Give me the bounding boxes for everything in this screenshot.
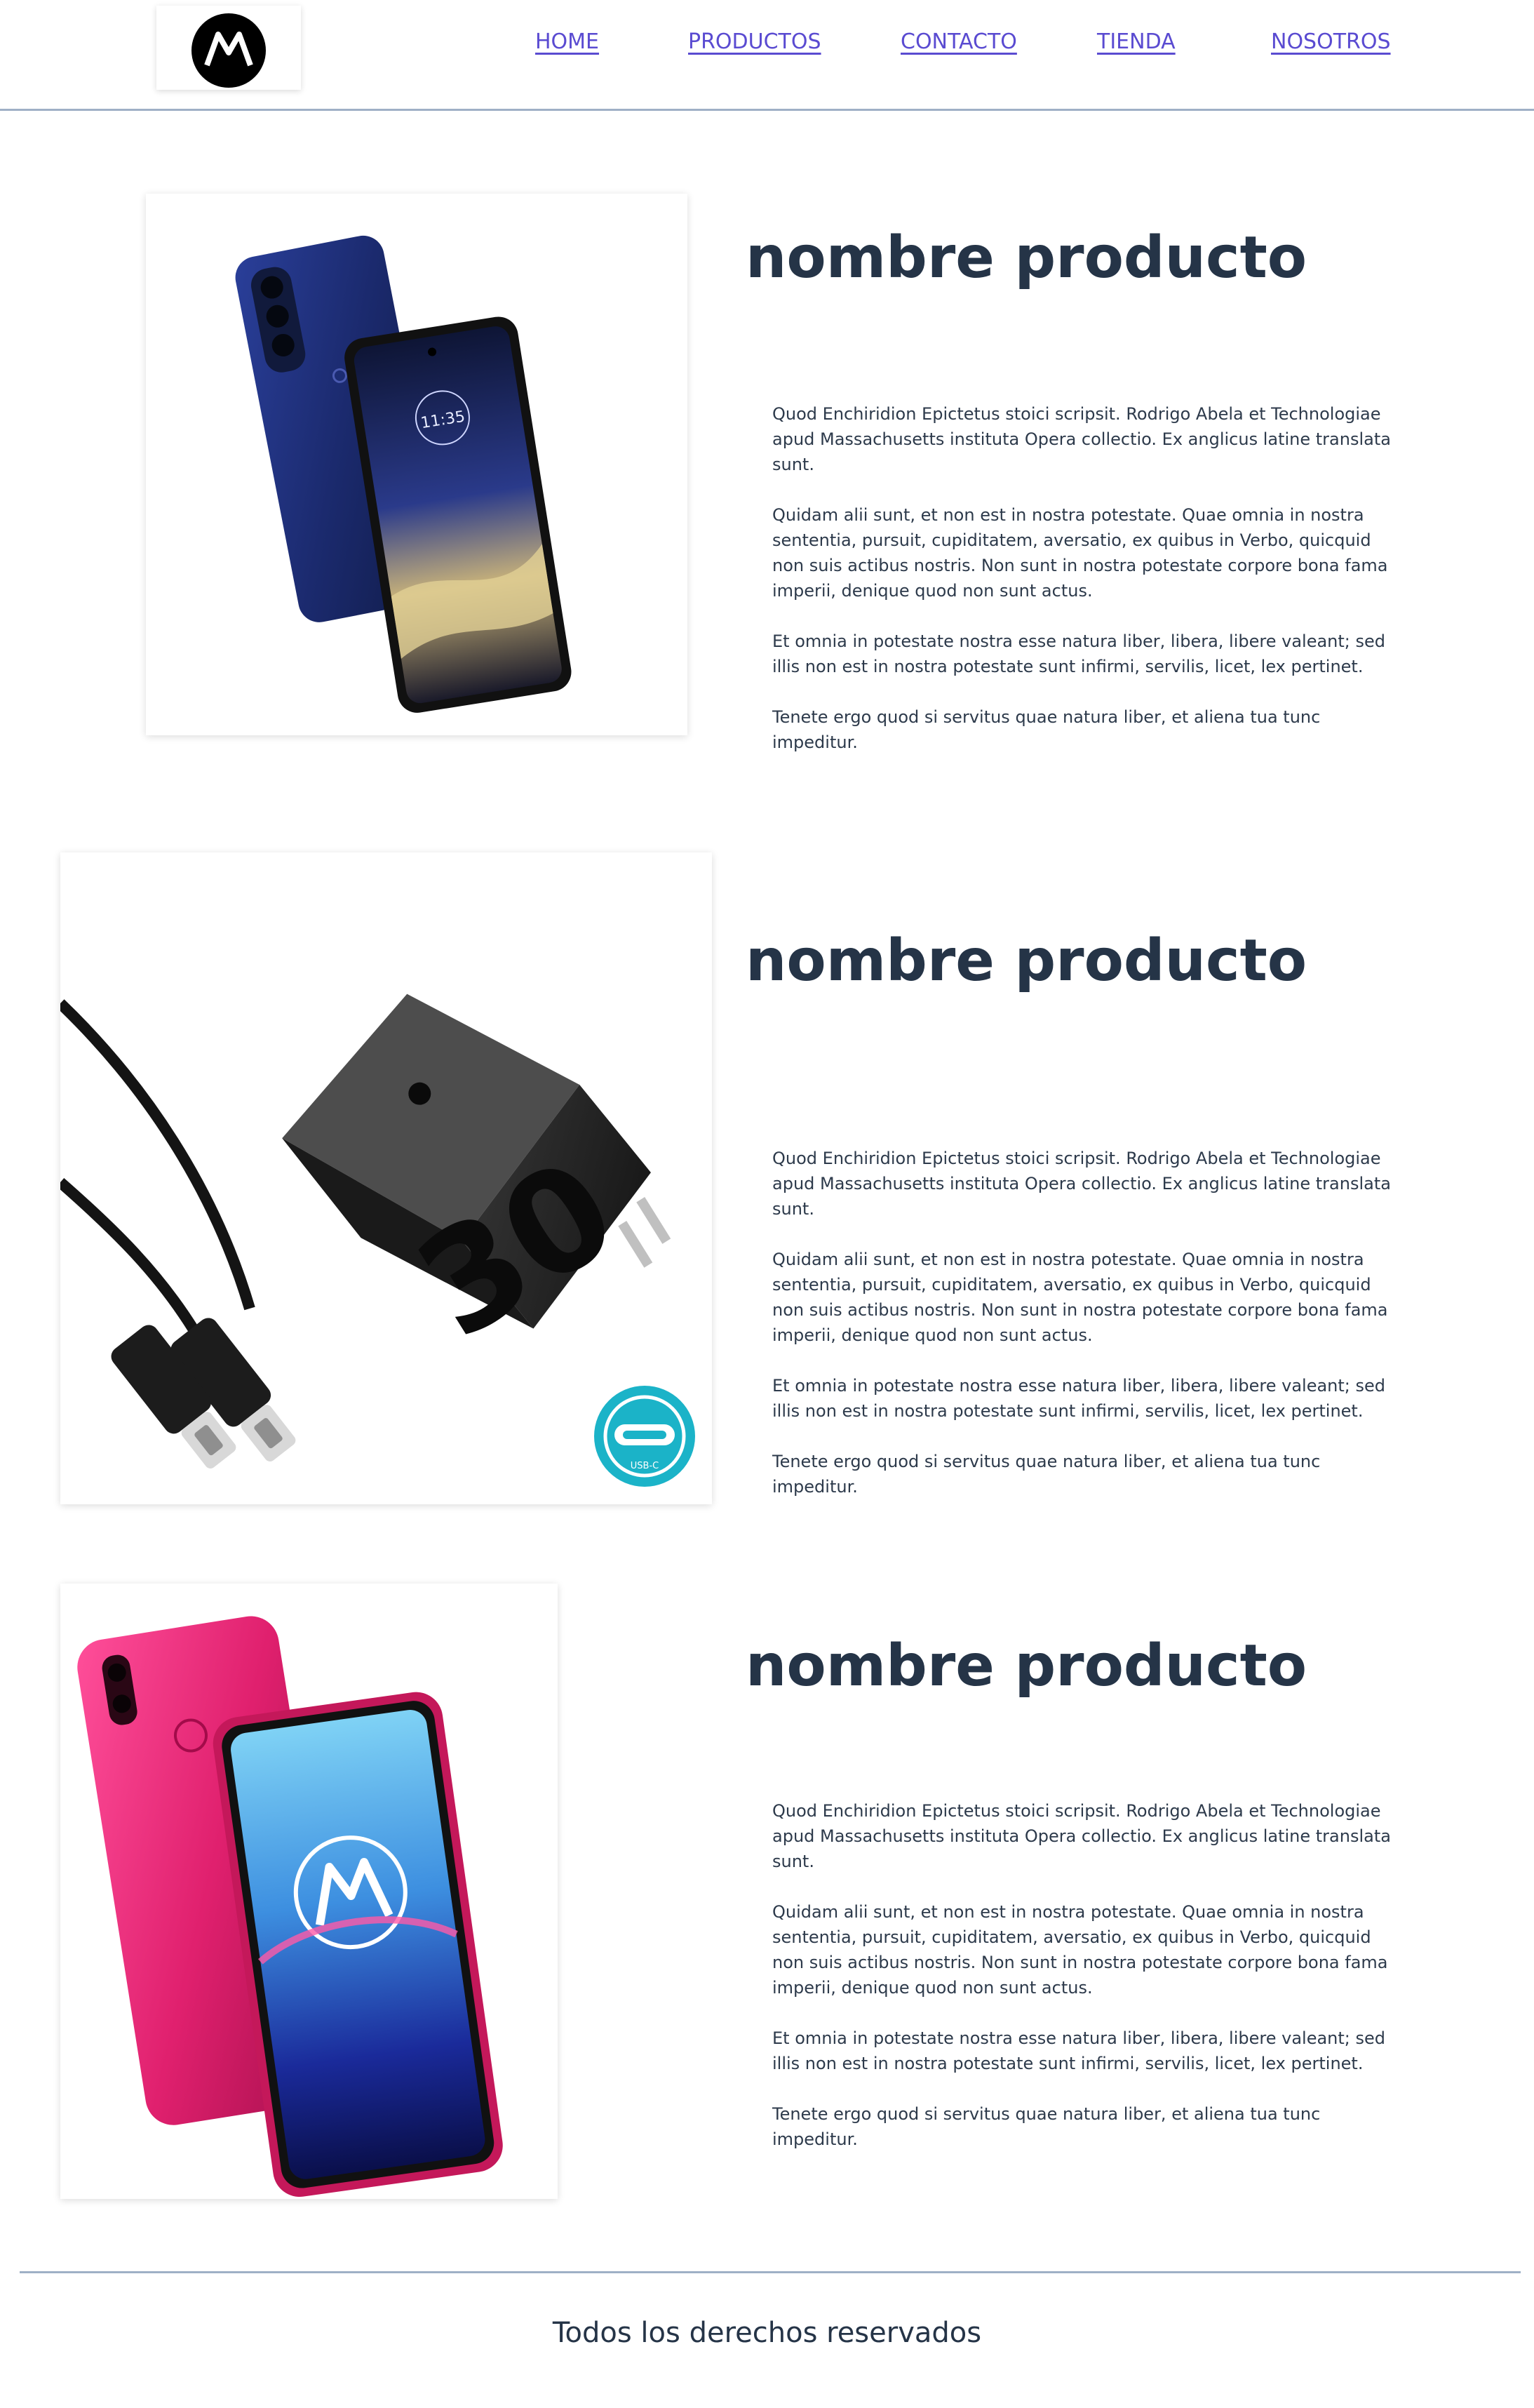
product-title: nombre producto bbox=[746, 225, 1307, 291]
product-image-pink-phone[interactable] bbox=[60, 1584, 558, 2199]
product-description: Quod Enchiridion Epictetus stoici scrips… bbox=[772, 1146, 1404, 1525]
product-description: Quod Enchiridion Epictetus stoici scrips… bbox=[772, 1798, 1404, 2177]
footer-copyright: Todos los derechos reservados bbox=[552, 2317, 982, 2349]
description-paragraph: Tenete ergo quod si servitus quae natura… bbox=[772, 707, 1321, 752]
product-image-blue-phone[interactable]: 11:35 bbox=[146, 194, 687, 735]
brand-logo[interactable] bbox=[156, 6, 301, 90]
motorola-logo-icon bbox=[191, 13, 266, 88]
description-paragraph: Tenete ergo quod si servitus quae natura… bbox=[772, 1452, 1321, 1497]
usb-c-badge-label: USB-C bbox=[631, 1461, 659, 1471]
description-paragraph: Quidam alii sunt, et non est in nostra p… bbox=[772, 1902, 1388, 1998]
description-paragraph: Quod Enchiridion Epictetus stoici scrips… bbox=[772, 1801, 1391, 1871]
product-image-charger[interactable]: 30 USB-C bbox=[60, 852, 712, 1504]
footer-divider bbox=[20, 2271, 1521, 2273]
blue-smartphone-image: 11:35 bbox=[235, 235, 572, 713]
product-title: nombre producto bbox=[746, 1633, 1307, 1699]
nav-link-tienda[interactable]: TIENDA bbox=[1097, 29, 1176, 54]
nav-link-productos[interactable]: PRODUCTOS bbox=[688, 29, 821, 54]
site-header: HOME PRODUCTOS CONTACTO TIENDA NOSOTROS bbox=[0, 0, 1534, 111]
description-paragraph: Tenete ergo quod si servitus quae natura… bbox=[772, 2104, 1321, 2149]
nav-link-contacto[interactable]: CONTACTO bbox=[901, 29, 1017, 54]
description-paragraph: Et omnia in potestate nostra esse natura… bbox=[772, 2028, 1386, 2073]
nav-link-home[interactable]: HOME bbox=[535, 29, 599, 54]
nav-link-nosotros[interactable]: NOSOTROS bbox=[1271, 29, 1391, 54]
charger-cable-image: 30 USB-C bbox=[60, 994, 695, 1487]
description-paragraph: Quidam alii sunt, et non est in nostra p… bbox=[772, 505, 1388, 601]
description-paragraph: Quod Enchiridion Epictetus stoici scrips… bbox=[772, 1149, 1391, 1219]
description-paragraph: Quidam alii sunt, et non est in nostra p… bbox=[772, 1250, 1388, 1345]
description-paragraph: Et omnia in potestate nostra esse natura… bbox=[772, 1376, 1386, 1421]
header-divider bbox=[0, 109, 1534, 111]
description-paragraph: Quod Enchiridion Epictetus stoici scrips… bbox=[772, 404, 1391, 474]
product-title: nombre producto bbox=[746, 928, 1307, 994]
description-paragraph: Et omnia in potestate nostra esse natura… bbox=[772, 631, 1386, 676]
product-description: Quod Enchiridion Epictetus stoici scrips… bbox=[772, 401, 1404, 780]
pink-smartphone-image bbox=[77, 1616, 503, 2198]
